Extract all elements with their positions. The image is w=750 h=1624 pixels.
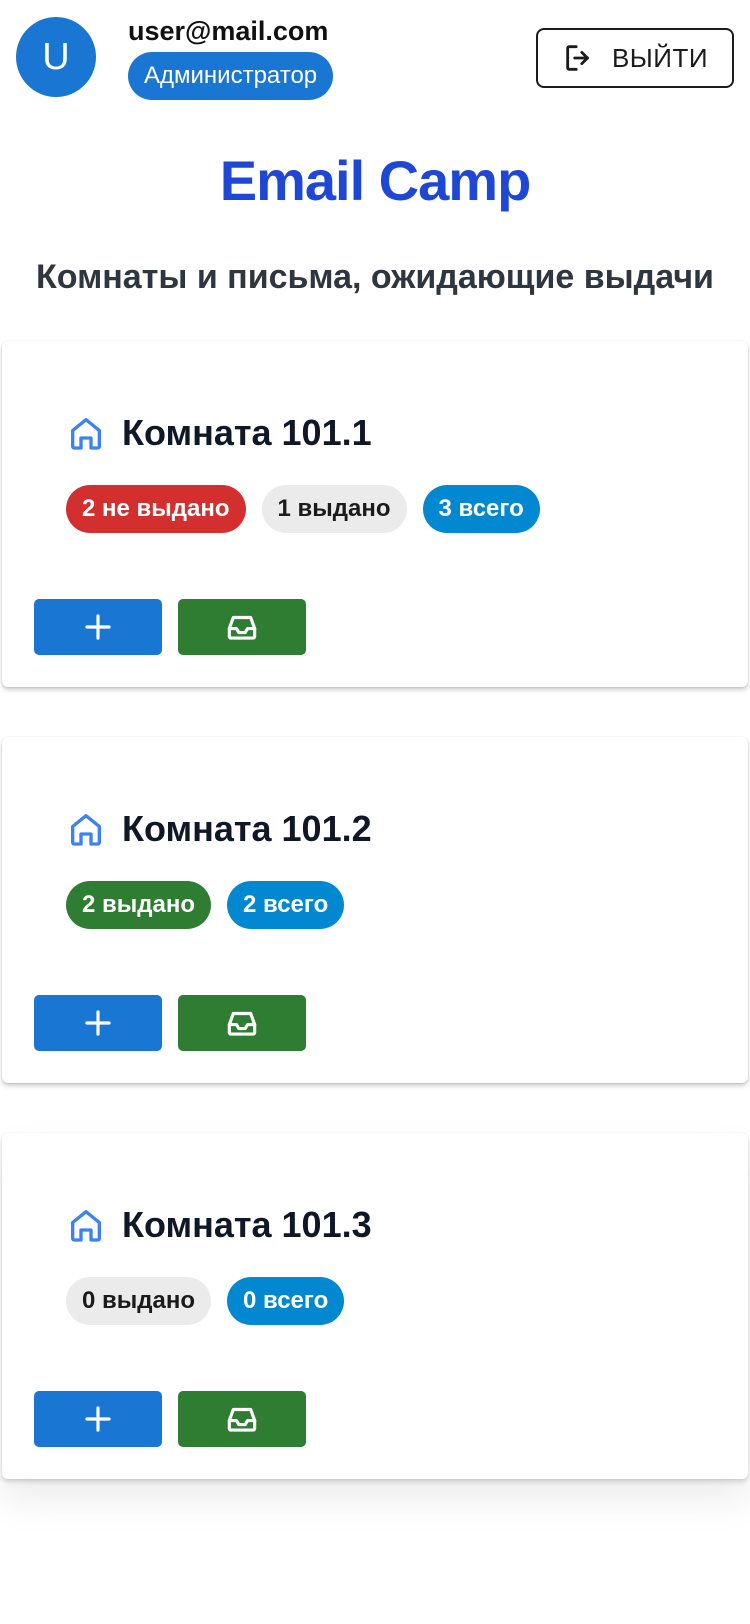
plus-icon [85, 1406, 111, 1432]
room-status-chips: 2 выдано 2 всего [66, 881, 345, 929]
issue-letters-button[interactable] [178, 1391, 306, 1447]
total-chip: 2 всего [227, 881, 345, 929]
room-title-row: Комната 101.3 [66, 1201, 372, 1249]
logout-button[interactable]: ВЫЙТИ [536, 28, 734, 88]
add-letter-button[interactable] [34, 995, 162, 1051]
total-chip: 0 всего [227, 1277, 345, 1325]
issue-letters-button[interactable] [178, 995, 306, 1051]
home-icon [66, 1205, 106, 1245]
inbox-icon [227, 615, 257, 640]
logout-label: ВЫЙТИ [611, 42, 709, 73]
inbox-icon [227, 1407, 257, 1432]
issued-chip: 0 выдано [66, 1277, 212, 1325]
role-badge: Администратор [128, 52, 334, 100]
app-title: Email Camp [219, 149, 532, 212]
home-icon [66, 413, 106, 453]
plus-icon [85, 1010, 111, 1036]
avatar[interactable]: U [16, 17, 96, 97]
home-icon [66, 809, 106, 849]
room-status-chips: 2 не выдано 1 выдано 3 всего [66, 485, 540, 533]
room-name: Комната 101.2 [122, 808, 372, 849]
room-title-row: Комната 101.2 [66, 805, 372, 853]
logout-icon [566, 45, 589, 71]
room-status-chips: 0 выдано 0 всего [66, 1277, 345, 1325]
room-card: Комната 101.3 0 выдано 0 всего [2, 1133, 748, 1479]
issued-chip: 1 выдано [261, 485, 407, 533]
not-issued-chip: 2 не выдано [66, 485, 246, 533]
user-email: user@mail.com [128, 16, 329, 46]
total-chip: 3 всего [422, 485, 540, 533]
inbox-icon [227, 1011, 257, 1036]
room-card: Комната 101.2 2 выдано 2 всего [2, 737, 748, 1083]
app-header: U user@mail.com Администратор ВЫЙТИ [0, 0, 750, 110]
add-letter-button[interactable] [34, 1391, 162, 1447]
room-card: Комната 101.1 2 не выдано 1 выдано 3 все… [2, 341, 748, 687]
issued-chip: 2 выдано [66, 881, 212, 929]
add-letter-button[interactable] [34, 599, 162, 655]
room-actions [34, 1391, 306, 1447]
room-name: Комната 101.1 [122, 412, 372, 453]
room-name: Комната 101.3 [122, 1204, 372, 1245]
room-actions [34, 599, 306, 655]
room-title-row: Комната 101.1 [66, 409, 372, 457]
issue-letters-button[interactable] [178, 599, 306, 655]
room-actions [34, 995, 306, 1051]
page-subtitle: Комнаты и письма, ожидающие выдачи [36, 258, 714, 296]
plus-icon [85, 614, 111, 640]
